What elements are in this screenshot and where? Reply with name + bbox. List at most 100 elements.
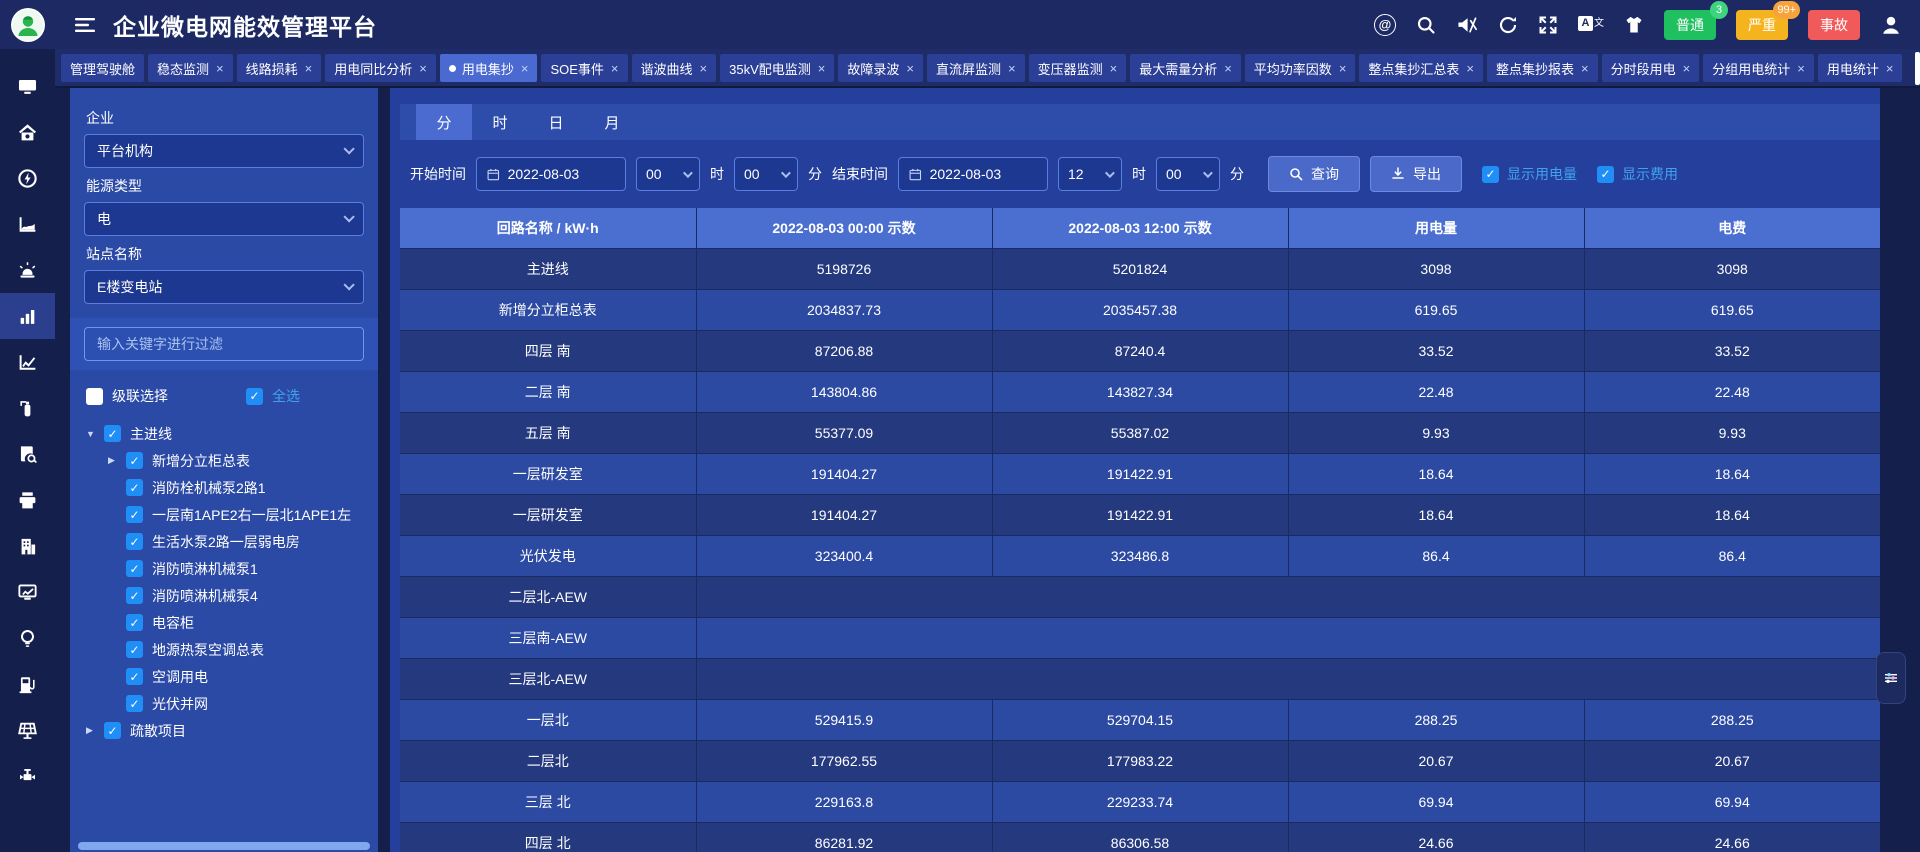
rail-item-valve[interactable] <box>0 753 55 799</box>
at-icon[interactable]: @ <box>1374 14 1396 36</box>
mute-icon[interactable] <box>1456 15 1478 35</box>
caret-right-icon[interactable]: ▶ <box>108 455 126 466</box>
sidebar-horizontal-scrollbar[interactable] <box>78 842 370 850</box>
tree-checkbox[interactable]: ✓ <box>126 587 143 604</box>
rail-item-alarm[interactable] <box>0 247 55 293</box>
rail-item-load-curve[interactable] <box>0 201 55 247</box>
org-select[interactable]: 平台机构 <box>84 134 364 168</box>
tree-checkbox[interactable]: ✓ <box>126 668 143 685</box>
tree-node[interactable]: ✓消防栓机械泵2路1 <box>84 474 364 501</box>
tab-item[interactable]: 线路损耗× <box>237 54 322 82</box>
cascade-checkbox[interactable] <box>86 388 103 405</box>
tab-item[interactable]: 分时段用电× <box>1602 54 1700 82</box>
select-all-label[interactable]: 全选 <box>272 386 300 406</box>
tab-item[interactable]: 变压器监测× <box>1029 54 1127 82</box>
end-date-picker[interactable] <box>898 157 1048 191</box>
tab-item[interactable]: 最大需量分析× <box>1130 54 1241 82</box>
alarm-accident-button[interactable]: 事故 <box>1808 10 1860 40</box>
tab-close-icon[interactable]: × <box>1886 62 1894 75</box>
tab-item[interactable]: SOE事件× <box>541 54 627 82</box>
tab-item[interactable]: 稳态监测× <box>148 54 233 82</box>
rail-item-ev-charger[interactable] <box>0 661 55 707</box>
tab-item[interactable]: 用电统计× <box>1818 54 1903 82</box>
show-cost-checkbox[interactable]: ✓ <box>1597 166 1614 183</box>
start-hour-select[interactable]: 00 <box>636 157 700 191</box>
tree-node[interactable]: ✓生活水泵2路一层弱电房 <box>84 528 364 555</box>
tree-node[interactable]: ✓一层南1APE2右一层北1APE1左 <box>84 501 364 528</box>
tab-item[interactable]: 用电同比分析× <box>325 54 436 82</box>
tree-checkbox[interactable]: ✓ <box>126 560 143 577</box>
tab-item[interactable]: 整点集抄报表× <box>1487 54 1598 82</box>
rail-item-trend-chart[interactable] <box>0 339 55 385</box>
tree-checkbox[interactable]: ✓ <box>126 695 143 712</box>
tree-node[interactable]: ▼✓主进线 <box>84 420 364 447</box>
tree-node[interactable]: ✓电容柜 <box>84 609 364 636</box>
tree-node[interactable]: ✓光伏并网 <box>84 690 364 717</box>
tree-node[interactable]: ✓地源热泵空调总表 <box>84 636 364 663</box>
tab-close-icon[interactable]: × <box>818 62 826 75</box>
tree-checkbox[interactable]: ✓ <box>126 533 143 550</box>
start-date-input[interactable] <box>508 166 615 182</box>
tree-node[interactable]: ✓消防喷淋机械泵4 <box>84 582 364 609</box>
tree-node[interactable]: ✓消防喷淋机械泵1 <box>84 555 364 582</box>
caret-right-icon[interactable]: ▶ <box>86 725 104 736</box>
tree-checkbox[interactable]: ✓ <box>104 722 121 739</box>
tab-close-icon[interactable]: × <box>1008 62 1016 75</box>
tab-close-icon[interactable]: × <box>1683 62 1691 75</box>
tab-item[interactable]: 整点集抄汇总表× <box>1359 54 1483 82</box>
user-icon[interactable] <box>1880 14 1902 36</box>
rail-item-building[interactable] <box>0 523 55 569</box>
tab-close-icon[interactable]: × <box>521 62 529 75</box>
rail-item-bulb[interactable] <box>0 615 55 661</box>
rail-item-monitor-trend[interactable] <box>0 569 55 615</box>
export-button[interactable]: 导出 <box>1370 156 1462 192</box>
tab-close-icon[interactable]: × <box>611 62 619 75</box>
menu-toggle-icon[interactable] <box>75 17 95 33</box>
tree-node[interactable]: ▶✓疏散项目 <box>84 717 364 744</box>
tree-checkbox[interactable]: ✓ <box>126 479 143 496</box>
granularity-tab[interactable]: 分 <box>416 104 472 140</box>
rail-item-printer[interactable] <box>0 477 55 523</box>
energy-type-select[interactable]: 电 <box>84 202 364 236</box>
tab-close-icon[interactable]: × <box>1339 62 1347 75</box>
tree-node[interactable]: ✓空调用电 <box>84 663 364 690</box>
tab-close-icon[interactable]: × <box>1581 62 1589 75</box>
search-icon[interactable] <box>1416 15 1436 35</box>
tree-node[interactable]: ▶✓新增分立柜总表 <box>84 447 364 474</box>
rail-item-bar-chart[interactable] <box>0 293 55 339</box>
end-hour-select[interactable]: 12 <box>1058 157 1122 191</box>
tree-checkbox[interactable]: ✓ <box>126 506 143 523</box>
alarm-severe-button[interactable]: 严重 99+ <box>1736 10 1788 40</box>
tab-close-icon[interactable]: × <box>1797 62 1805 75</box>
tab-item[interactable]: 管理驾驶舱 <box>61 54 144 82</box>
tab-close-icon[interactable]: × <box>1224 62 1232 75</box>
tab-item[interactable]: 35kV配电监测× <box>720 54 834 82</box>
alarm-normal-button[interactable]: 普通 3 <box>1664 10 1716 40</box>
rail-item-energy[interactable] <box>0 155 55 201</box>
tab-close-icon[interactable]: × <box>700 62 708 75</box>
fullscreen-icon[interactable] <box>1538 15 1558 35</box>
show-energy-checkbox[interactable]: ✓ <box>1482 166 1499 183</box>
tab-item[interactable]: 分组用电统计× <box>1703 54 1814 82</box>
caret-down-icon[interactable]: ▼ <box>86 429 104 439</box>
query-button[interactable]: 查询 <box>1268 156 1360 192</box>
theme-icon[interactable] <box>1624 15 1644 35</box>
rail-item-screen[interactable] <box>0 63 55 109</box>
tab-close-icon[interactable]: × <box>216 62 224 75</box>
rail-item-home[interactable] <box>0 109 55 155</box>
show-cost-label[interactable]: 显示费用 <box>1622 164 1678 184</box>
end-minute-select[interactable]: 00 <box>1156 157 1220 191</box>
translate-icon[interactable]: A文 <box>1578 14 1604 36</box>
rail-item-report-search[interactable] <box>0 431 55 477</box>
tree-checkbox[interactable]: ✓ <box>126 641 143 658</box>
start-date-picker[interactable] <box>476 157 626 191</box>
show-energy-label[interactable]: 显示用电量 <box>1507 164 1577 184</box>
select-all-checkbox[interactable]: ✓ <box>246 388 263 405</box>
tab-close-icon[interactable]: × <box>305 62 313 75</box>
tab-close-icon[interactable]: × <box>1466 62 1474 75</box>
granularity-tab[interactable]: 时 <box>472 104 528 140</box>
tabbar-scrollbar[interactable] <box>1915 52 1920 85</box>
tab-close-icon[interactable]: × <box>419 62 427 75</box>
granularity-tab[interactable]: 月 <box>584 104 640 140</box>
tab-item[interactable]: 直流屏监测× <box>927 54 1025 82</box>
